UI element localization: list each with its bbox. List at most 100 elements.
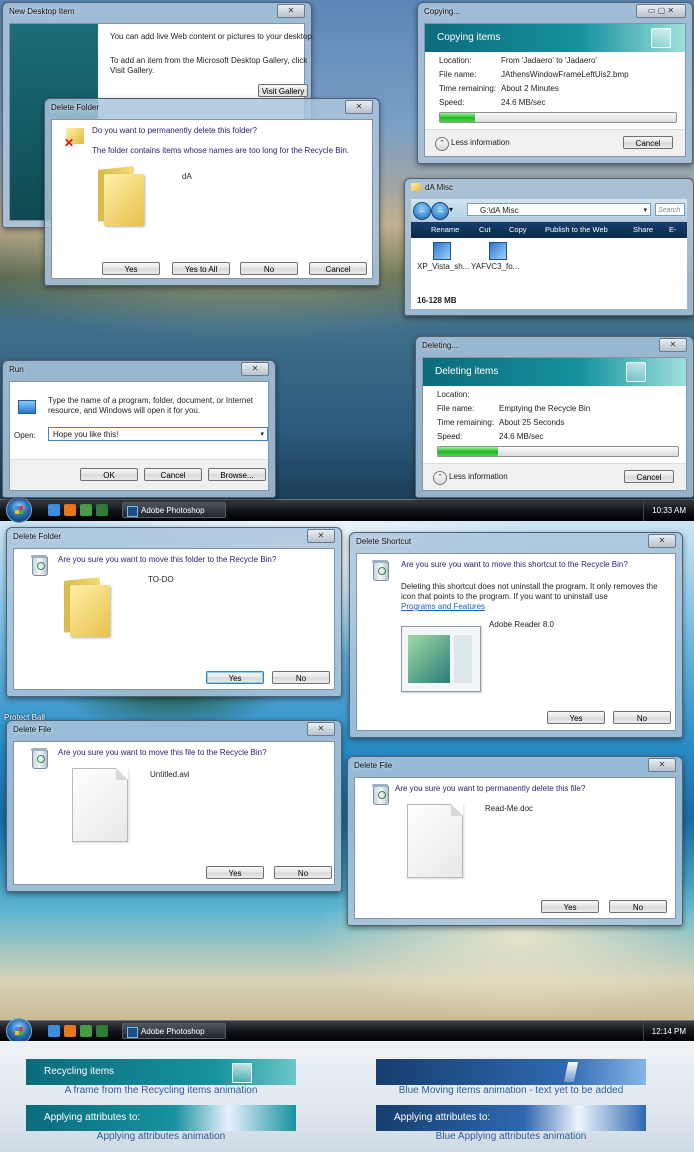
rename-command[interactable]: Rename <box>431 222 459 238</box>
less-information-link[interactable]: Less information <box>451 138 510 147</box>
close-button[interactable]: ✕ <box>648 534 676 548</box>
start-orb-icon[interactable] <box>6 497 32 523</box>
question-text: Are you sure you want to move this file … <box>58 748 267 757</box>
no-button[interactable]: No <box>274 866 332 879</box>
window-title: Deleting... <box>422 341 459 350</box>
file-icon <box>72 768 128 842</box>
cancel-button[interactable]: Cancel <box>144 468 202 481</box>
no-button[interactable]: No <box>609 900 667 913</box>
less-information-link[interactable]: Less information <box>449 472 508 481</box>
file-name[interactable]: XP_Vista_sh... <box>417 262 469 271</box>
applying-attributes-strip: Applying attributes to: <box>26 1105 296 1131</box>
window-title: Delete Folder <box>51 103 100 112</box>
photoshop-icon <box>127 1027 138 1038</box>
excel-icon[interactable] <box>96 504 108 516</box>
speed-label: Speed: <box>439 98 465 107</box>
text: You can add live Web content or pictures… <box>110 32 315 41</box>
command-bar: Rename Cut Copy Publish to the Web Share… <box>411 222 687 250</box>
file-list: XP_Vista_sh... YAFVC3_fo... 16-128 MB <box>411 238 687 309</box>
cancel-button[interactable]: Cancel <box>624 470 674 483</box>
less-info-chevron-icon[interactable]: ⌃ <box>433 471 447 485</box>
item-name: Untitled.avi <box>150 770 190 779</box>
recent-pages-chevron-icon[interactable]: ▾ <box>449 205 453 214</box>
close-button[interactable]: ✕ <box>241 362 269 376</box>
dialog-client: Type the name of a program, folder, docu… <box>9 381 269 491</box>
filename-label: File name: <box>439 70 477 79</box>
show-desktop-icon[interactable] <box>80 1025 92 1037</box>
search-input[interactable]: Search <box>655 203 685 216</box>
no-button[interactable]: No <box>272 671 330 684</box>
programs-and-features-link[interactable]: Programs and Features <box>401 602 485 611</box>
deleting-dialog: Deleting... ✕ Deleting items Location: F… <box>415 336 694 498</box>
window-controls[interactable]: ▭ ▢ ✕ <box>636 4 686 18</box>
copy-command[interactable]: Copy <box>509 222 527 238</box>
yes-button[interactable]: Yes <box>541 900 599 913</box>
close-button[interactable]: ✕ <box>345 100 373 114</box>
progress-header: Deleting items <box>423 358 686 386</box>
close-button[interactable]: ✕ <box>659 338 687 352</box>
file-icon[interactable] <box>433 242 451 260</box>
clock[interactable]: 12:14 PM <box>642 1021 686 1042</box>
window-title: Copying... <box>424 7 461 16</box>
no-button[interactable]: No <box>240 262 298 275</box>
yes-button[interactable]: Yes <box>206 866 264 879</box>
back-arrow-icon[interactable]: ← <box>413 202 431 220</box>
yes-button[interactable]: Yes <box>102 262 160 275</box>
cancel-button[interactable]: Cancel <box>623 136 673 149</box>
window-title: Delete File <box>354 761 393 770</box>
yes-button[interactable]: Yes <box>206 671 264 684</box>
delete-file-dialog: Delete File ✕ Are you sure you want to m… <box>6 720 342 892</box>
window-title: Run <box>9 365 24 374</box>
show-desktop-icon[interactable] <box>80 504 92 516</box>
question-text: Are you sure you want to move this short… <box>401 560 628 569</box>
close-button[interactable]: ✕ <box>307 529 335 543</box>
yes-button[interactable]: Yes <box>547 711 605 724</box>
folder-icon <box>98 164 148 234</box>
cancel-button[interactable]: Cancel <box>309 262 367 275</box>
item-name: Adobe Reader 8.0 <box>489 620 554 629</box>
firefox-icon[interactable] <box>64 504 76 516</box>
taskbar-button-photoshop[interactable]: Adobe Photoshop <box>122 502 226 518</box>
copying-dialog: Copying... ▭ ▢ ✕ Copying items Location:… <box>417 2 693 164</box>
file-icon[interactable] <box>489 242 507 260</box>
warning-folder-icon: ✕ <box>64 126 86 150</box>
document-glyph-icon <box>563 1062 579 1082</box>
caption: A frame from the Recycling items animati… <box>64 1085 258 1096</box>
excel-icon[interactable] <box>96 1025 108 1037</box>
dialog-client: ✕ Do you want to permanently delete this… <box>51 119 373 279</box>
file-name[interactable]: YAFVC3_fo... <box>471 262 519 271</box>
cut-command[interactable]: Cut <box>479 222 491 238</box>
firefox-icon[interactable] <box>64 1025 76 1037</box>
address-input[interactable]: G:\dA Misc ▾ <box>467 203 651 216</box>
forward-arrow-icon[interactable]: → <box>431 202 449 220</box>
share-command[interactable]: Share <box>633 222 653 238</box>
no-button[interactable]: No <box>613 711 671 724</box>
taskbar-bottom: Adobe Photoshop 12:14 PM <box>0 1018 694 1044</box>
photoshop-icon <box>127 506 138 517</box>
close-button[interactable]: ✕ <box>307 722 335 736</box>
ie-icon[interactable] <box>48 504 60 516</box>
publish-command[interactable]: Publish to the Web <box>545 222 608 238</box>
time-remaining-value: About 2 Minutes <box>501 84 559 93</box>
item-name: dA <box>182 172 192 181</box>
dialog-client: Deleting items Location: File name: Empt… <box>422 357 687 491</box>
ie-icon[interactable] <box>48 1025 60 1037</box>
dropdown-arrow-icon: ▾ <box>260 431 264 438</box>
visit-gallery-button[interactable]: Visit Gallery <box>258 84 308 97</box>
close-button[interactable]: ✕ <box>277 4 305 18</box>
speed-value: 24.6 MB/sec <box>499 432 544 441</box>
taskbar-button-photoshop[interactable]: Adobe Photoshop <box>122 1023 226 1039</box>
filename-value: JAthensWindowFrameLeftUis2.bmp <box>501 70 629 79</box>
filename-value: Emptying the Recycle Bin <box>499 404 591 413</box>
yes-to-all-button[interactable]: Yes to All <box>172 262 230 275</box>
folder-icon <box>411 183 421 191</box>
clock[interactable]: 10:33 AM <box>643 500 686 521</box>
delete-shortcut-dialog: Delete Shortcut ✕ Are you sure you want … <box>349 532 683 738</box>
close-button[interactable]: ✕ <box>648 758 676 772</box>
open-combobox[interactable]: Hope you like this! ▾ <box>48 427 268 441</box>
ok-button[interactable]: OK <box>80 468 138 481</box>
open-label: Open: <box>14 431 36 440</box>
browse-button[interactable]: Browse... <box>208 468 266 481</box>
run-icon <box>18 400 36 414</box>
less-info-chevron-icon[interactable]: ⌃ <box>435 137 449 151</box>
